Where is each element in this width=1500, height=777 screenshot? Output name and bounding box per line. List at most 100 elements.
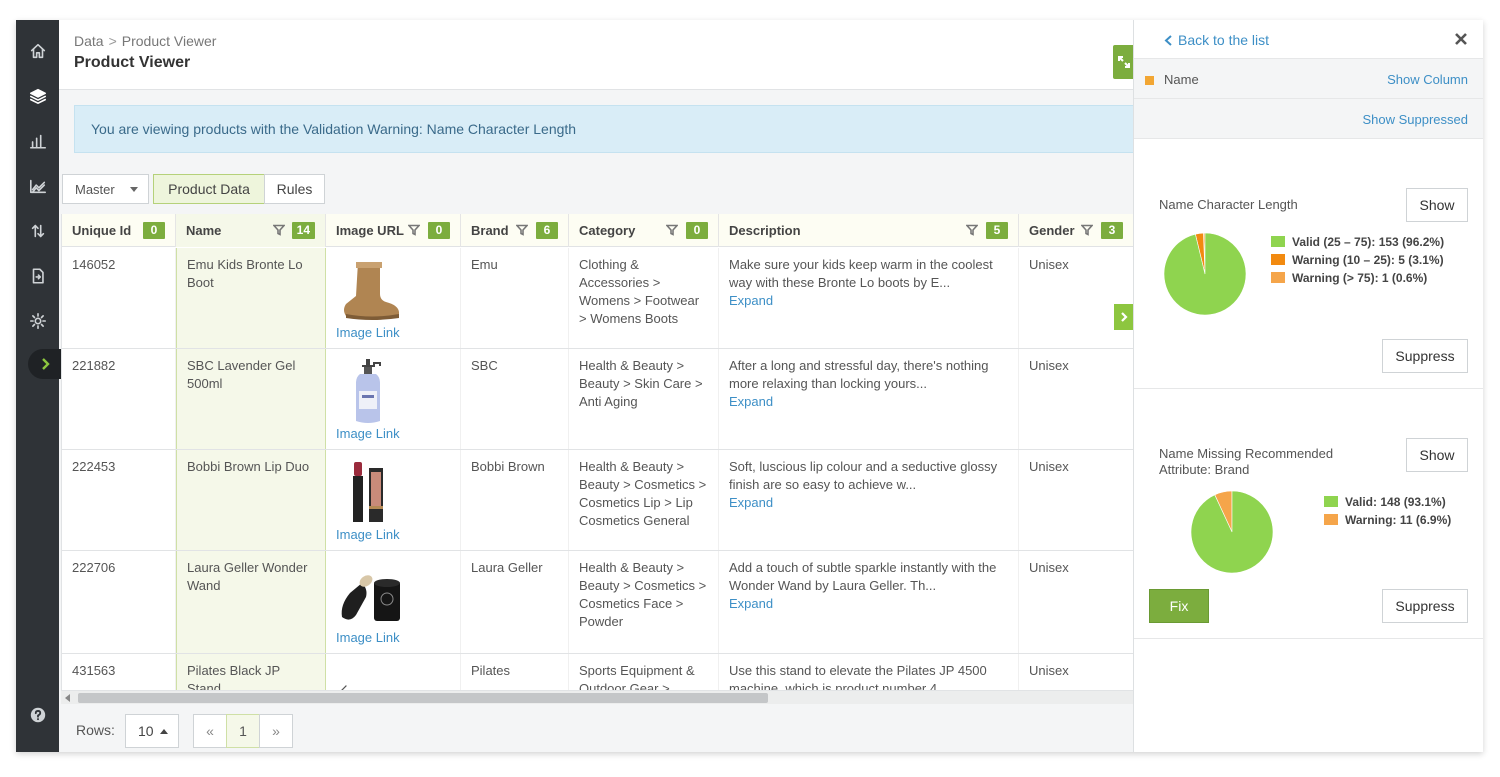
column-header-gender[interactable]: Gender 3 [1019, 214, 1133, 247]
cell-gender: Unisex [1019, 654, 1133, 690]
field-color-marker [1145, 76, 1154, 85]
master-dropdown-label: Master [75, 182, 115, 197]
column-header-image-url[interactable]: Image URL 0 [326, 214, 461, 247]
export-file-icon[interactable] [16, 261, 59, 291]
table-row[interactable]: 146052 Emu Kids Bronte Lo Boot Image Lin… [62, 248, 1133, 349]
expand-link[interactable]: Expand [729, 494, 1008, 512]
legend-item: Warning (> 75): 1 (0.6%) [1271, 269, 1444, 287]
tab-product-data[interactable]: Product Data [153, 174, 265, 204]
image-link[interactable]: Image Link [336, 526, 400, 544]
rule-card-missing-brand: Name Missing Recommended Attribute: Bran… [1134, 388, 1483, 638]
horizontal-scrollbar[interactable] [61, 690, 1133, 704]
suppressed-row: Show Suppressed [1134, 98, 1483, 138]
column-issue-badge[interactable]: 6 [536, 222, 558, 239]
filter-icon[interactable] [515, 224, 529, 236]
gear-icon[interactable] [16, 306, 59, 336]
image-link[interactable]: Image Link [336, 629, 400, 647]
show-button[interactable]: Show [1406, 438, 1468, 472]
pie-slice-valid[interactable] [1190, 490, 1274, 574]
legend-swatch [1324, 514, 1338, 525]
image-link[interactable]: Image Link [336, 324, 400, 342]
suppress-button[interactable]: Suppress [1382, 339, 1468, 373]
pager-prev-button[interactable]: « [193, 714, 227, 748]
pie-slice-valid-25-75[interactable] [1163, 232, 1247, 316]
table-row[interactable]: 431563 Pilates Black JP Stand Pilates Sp… [62, 654, 1133, 690]
column-issue-badge[interactable]: 5 [986, 222, 1008, 239]
show-suppressed-link[interactable]: Show Suppressed [1362, 112, 1468, 127]
column-issue-badge[interactable]: 14 [291, 222, 315, 239]
scroll-left-arrow-icon[interactable] [65, 694, 70, 702]
master-dropdown[interactable]: Master [62, 174, 149, 204]
column-header-category[interactable]: Category 0 [569, 214, 719, 247]
cell-name[interactable]: Laura Geller Wonder Wand [176, 551, 326, 653]
rows-per-page-select[interactable]: 10 [125, 714, 179, 748]
filter-icon[interactable] [965, 224, 979, 236]
pager-next-button[interactable]: » [259, 714, 293, 748]
table-row[interactable]: 222453 Bobbi Brown Lip Duo Image Link Bo… [62, 450, 1133, 551]
table-row[interactable]: 222706 Laura Geller Wonder Wand Image Li… [62, 551, 1133, 654]
legend-label: Warning (> 75): 1 (0.6%) [1292, 271, 1428, 285]
cell-unique-id: 146052 [62, 248, 176, 348]
scrollbar-thumb[interactable] [78, 693, 768, 703]
nav-expand-toggle[interactable] [28, 349, 62, 379]
column-issue-badge[interactable]: 0 [143, 222, 165, 239]
expand-link[interactable]: Expand [729, 595, 1008, 613]
area-chart-icon[interactable] [16, 171, 59, 201]
cell-gender: Unisex [1019, 248, 1133, 348]
cell-brand: Pilates [461, 654, 569, 690]
fullscreen-button[interactable] [1113, 45, 1135, 79]
legend-label: Valid: 148 (93.1%) [1345, 495, 1446, 509]
chevron-left-icon [1164, 35, 1172, 46]
image-link[interactable]: Image Link [336, 425, 400, 443]
layers-icon[interactable] [16, 81, 59, 111]
back-to-list-link[interactable]: Back to the list [1164, 32, 1269, 48]
column-header-name[interactable]: Name 14 [176, 214, 326, 247]
caret-down-icon [130, 187, 138, 192]
product-image-lip-duo[interactable] [336, 458, 404, 528]
column-issue-badge[interactable]: 0 [428, 222, 450, 239]
expand-link[interactable]: Expand [729, 292, 1008, 310]
breadcrumb: Data > Product Viewer [74, 33, 216, 49]
rule-title: Name Missing Recommended Attribute: Bran… [1159, 446, 1334, 477]
page-title: Product Viewer [74, 54, 191, 71]
help-icon[interactable] [16, 700, 59, 730]
cell-name[interactable]: Emu Kids Bronte Lo Boot [176, 248, 326, 348]
home-icon[interactable] [16, 36, 59, 66]
column-header-description[interactable]: Description 5 [719, 214, 1019, 247]
pager-page-button[interactable]: 1 [226, 714, 260, 748]
show-button[interactable]: Show [1406, 188, 1468, 222]
column-issue-badge[interactable]: 3 [1101, 222, 1123, 239]
filter-icon[interactable] [272, 224, 286, 236]
cell-name[interactable]: Pilates Black JP Stand [176, 654, 326, 690]
fix-button[interactable]: Fix [1149, 589, 1209, 623]
cell-name[interactable]: Bobbi Brown Lip Duo [176, 450, 326, 550]
cell-description: Soft, luscious lip colour and a seductiv… [719, 450, 1019, 550]
show-column-link[interactable]: Show Column [1387, 72, 1468, 87]
chevron-right-icon [42, 358, 50, 370]
tab-rules[interactable]: Rules [264, 174, 325, 204]
cell-name[interactable]: SBC Lavender Gel 500ml [176, 349, 326, 449]
filter-icon[interactable] [1080, 224, 1094, 236]
column-header-brand[interactable]: Brand 6 [461, 214, 569, 247]
filter-icon[interactable] [407, 224, 421, 236]
expand-link[interactable]: Expand [729, 393, 1008, 411]
close-panel-button[interactable] [1454, 32, 1470, 48]
scroll-right-button[interactable] [1114, 304, 1133, 330]
bar-chart-icon[interactable] [16, 126, 59, 156]
cell-unique-id: 431563 [62, 654, 176, 690]
breadcrumb-root[interactable]: Data [74, 33, 104, 49]
table-row[interactable]: 221882 SBC Lavender Gel 500ml Image Link… [62, 349, 1133, 450]
cell-description: Add a touch of subtle sparkle instantly … [719, 551, 1019, 653]
column-issue-badge[interactable]: 0 [686, 222, 708, 239]
suppress-button[interactable]: Suppress [1382, 589, 1468, 623]
product-image-gel-bottle[interactable] [336, 357, 404, 427]
product-image-wonder-wand[interactable] [336, 559, 404, 629]
column-header-unique-id[interactable]: Unique Id 0 [62, 214, 176, 247]
rule-card-name-character-length: Name Character Length Show Valid (25 – 7… [1134, 138, 1483, 388]
column-label: Unique Id [72, 223, 132, 238]
filter-icon[interactable] [665, 224, 679, 236]
sort-arrows-icon[interactable] [16, 216, 59, 246]
product-image-boot[interactable] [336, 256, 404, 326]
validation-warning-alert: You are viewing products with the Valida… [74, 105, 1144, 153]
cell-category: Health & Beauty > Beauty > Skin Care > A… [569, 349, 719, 449]
